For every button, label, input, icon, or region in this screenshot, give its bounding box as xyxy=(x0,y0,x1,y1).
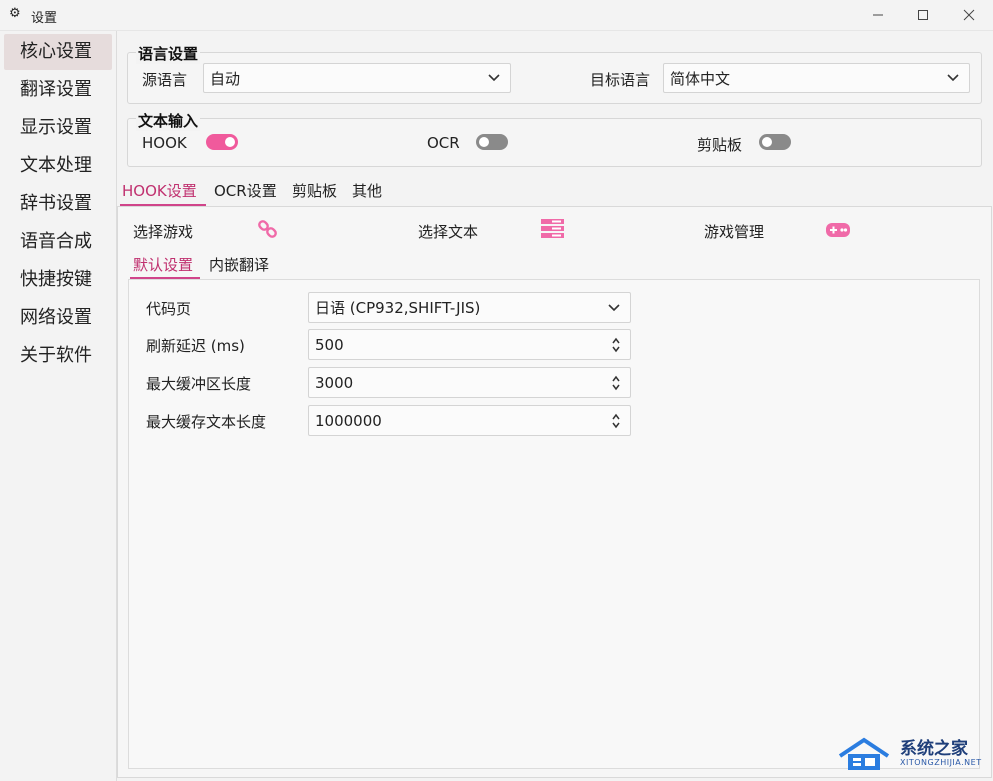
sidebar-item-core[interactable]: 核心设置 xyxy=(4,34,112,70)
title-bar: ⚙ 设置 xyxy=(0,0,993,31)
maximize-icon xyxy=(918,10,928,20)
source-language-select[interactable]: 自动 xyxy=(203,63,511,93)
buffer-length-value: 3000 xyxy=(315,373,354,392)
codepage-value: 日语 (CP932,SHIFT-JIS) xyxy=(315,299,481,317)
select-game-label: 选择游戏 xyxy=(133,223,194,241)
gamepad-icon[interactable] xyxy=(826,222,850,243)
gear-icon: ⚙ xyxy=(9,6,21,21)
maximize-button[interactable] xyxy=(900,0,946,30)
refresh-delay-spinbox[interactable]: 500 xyxy=(308,329,631,360)
cache-length-spinbox[interactable]: 1000000 xyxy=(308,405,631,436)
buffer-length-spinbox[interactable]: 3000 xyxy=(308,367,631,398)
minimize-icon xyxy=(873,14,883,16)
refresh-delay-label: 刷新延迟 (ms) xyxy=(146,337,245,355)
source-language-label: 源语言 xyxy=(142,71,188,89)
text-input-group xyxy=(127,118,982,167)
link-icon[interactable] xyxy=(257,218,279,244)
sidebar-item-tts[interactable]: 语音合成 xyxy=(0,224,112,260)
language-group-title: 语言设置 xyxy=(136,43,201,64)
chevron-down-icon xyxy=(608,303,620,311)
toggle-knob xyxy=(479,137,489,147)
clipboard-label: 剪贴板 xyxy=(697,136,743,154)
toggle-knob xyxy=(762,137,772,147)
clipboard-toggle[interactable] xyxy=(759,134,791,150)
refresh-delay-value: 500 xyxy=(315,335,344,354)
sidebar-item-hotkeys[interactable]: 快捷按键 xyxy=(0,262,112,298)
minimize-button[interactable] xyxy=(855,0,901,30)
chevron-down-icon xyxy=(947,74,959,82)
close-icon xyxy=(963,9,975,21)
buffer-length-label: 最大缓冲区长度 xyxy=(146,375,252,393)
sidebar-item-translate[interactable]: 翻译设置 xyxy=(0,72,112,108)
hook-label: HOOK xyxy=(142,134,187,152)
hook-toggle[interactable] xyxy=(206,134,238,150)
game-manage-label: 游戏管理 xyxy=(704,223,765,241)
select-text-label: 选择文本 xyxy=(418,223,479,241)
chevron-down-icon xyxy=(488,74,500,82)
window-title: 设置 xyxy=(31,11,58,26)
sidebar-item-display[interactable]: 显示设置 xyxy=(0,110,112,146)
sidebar-item-text-processing[interactable]: 文本处理 xyxy=(0,148,112,184)
target-language-select[interactable]: 简体中文 xyxy=(663,63,970,93)
tab-clipboard[interactable]: 剪贴板 xyxy=(292,179,337,203)
target-language-label: 目标语言 xyxy=(590,71,651,89)
source-language-value: 自动 xyxy=(210,69,241,88)
subtab-embedded-translation[interactable]: 内嵌翻译 xyxy=(209,253,269,277)
spin-arrows-icon xyxy=(612,337,620,352)
watermark-text: 系统之家 xyxy=(900,739,968,759)
tab-hook-settings[interactable]: HOOK设置 xyxy=(122,179,197,203)
codepage-select[interactable]: 日语 (CP932,SHIFT-JIS) xyxy=(308,292,631,323)
tab-other[interactable]: 其他 xyxy=(352,179,382,203)
spin-arrows-icon xyxy=(612,375,620,390)
toggle-knob xyxy=(225,137,235,147)
watermark-subtext: XITONGZHIJIA.NET xyxy=(900,758,982,767)
tab-ocr-settings[interactable]: OCR设置 xyxy=(214,179,277,203)
text-lines-icon[interactable] xyxy=(541,219,564,242)
sidebar-item-about[interactable]: 关于软件 xyxy=(0,338,112,374)
codepage-label: 代码页 xyxy=(146,300,192,318)
spin-arrows-icon xyxy=(612,413,620,428)
sidebar-item-network[interactable]: 网络设置 xyxy=(0,300,112,336)
cache-length-value: 1000000 xyxy=(315,411,382,430)
ocr-label: OCR xyxy=(427,134,460,152)
target-language-value: 简体中文 xyxy=(670,69,731,88)
watermark-logo-icon xyxy=(838,737,890,770)
ocr-toggle[interactable] xyxy=(476,134,508,150)
cache-length-label: 最大缓存文本长度 xyxy=(146,413,267,431)
watermark: 系统之家 XITONGZHIJIA.NET xyxy=(832,728,992,780)
subtab-default-settings[interactable]: 默认设置 xyxy=(133,253,193,277)
sidebar: 核心设置 翻译设置 显示设置 文本处理 辞书设置 语音合成 快捷按键 网络设置 … xyxy=(0,31,117,781)
sidebar-item-dictionary[interactable]: 辞书设置 xyxy=(0,186,112,222)
text-input-group-title: 文本输入 xyxy=(136,110,201,131)
close-button[interactable] xyxy=(946,0,992,30)
